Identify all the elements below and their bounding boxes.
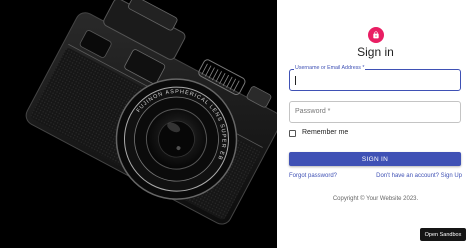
remember-me-label[interactable]: Remember me	[302, 129, 348, 136]
open-sandbox-button[interactable]: Open Sandbox	[420, 228, 466, 241]
forgot-password-link[interactable]: Forgot password?	[289, 173, 337, 179]
avatar	[368, 27, 384, 43]
lock-icon	[373, 31, 379, 39]
password-field[interactable]: Password *	[289, 101, 461, 123]
username-label: Username or Email Address *	[294, 65, 366, 72]
username-field[interactable]: Username or Email Address *	[289, 65, 461, 91]
remember-me-checkbox[interactable]	[289, 130, 296, 137]
page-title: Sign in	[357, 45, 394, 59]
sign-in-button[interactable]: SIGN IN	[289, 152, 461, 166]
text-caret	[295, 76, 296, 85]
password-placeholder: Password *	[295, 108, 331, 115]
sign-in-panel: Sign in Username or Email Address * Pass…	[277, 0, 474, 248]
sign-up-link[interactable]: Don't have an account? Sign Up	[376, 173, 462, 179]
copyright-text: Copyright © Your Website 2023.	[332, 196, 419, 202]
hero-image: FUJINON ASPHERICAL LENS SUPER EBC f=23mm…	[0, 0, 277, 248]
